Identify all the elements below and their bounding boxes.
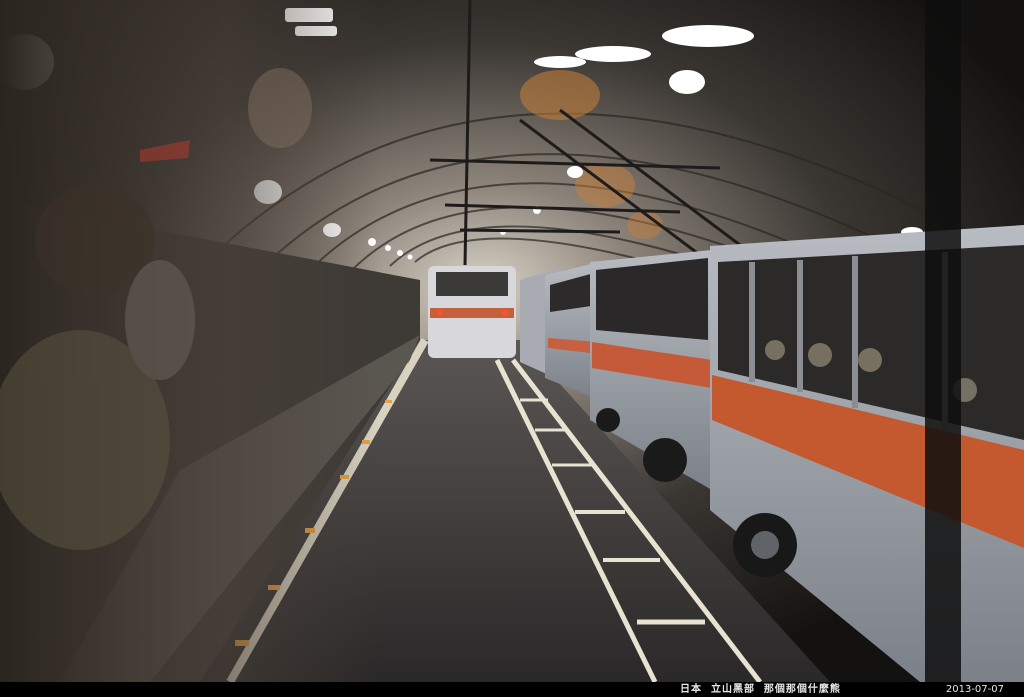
tunnel-scene [0,0,1024,682]
tunnel-photo [0,0,1024,682]
distant-bus [428,266,516,358]
caption-text: 日本 立山黑部 那個那個什麼熊 [680,684,841,695]
caption-date: 2013-07-07 [945,684,1004,695]
window-pillar [925,0,961,682]
caption-bar: 日本 立山黑部 那個那個什麼熊 2013-07-07 [0,682,1024,697]
